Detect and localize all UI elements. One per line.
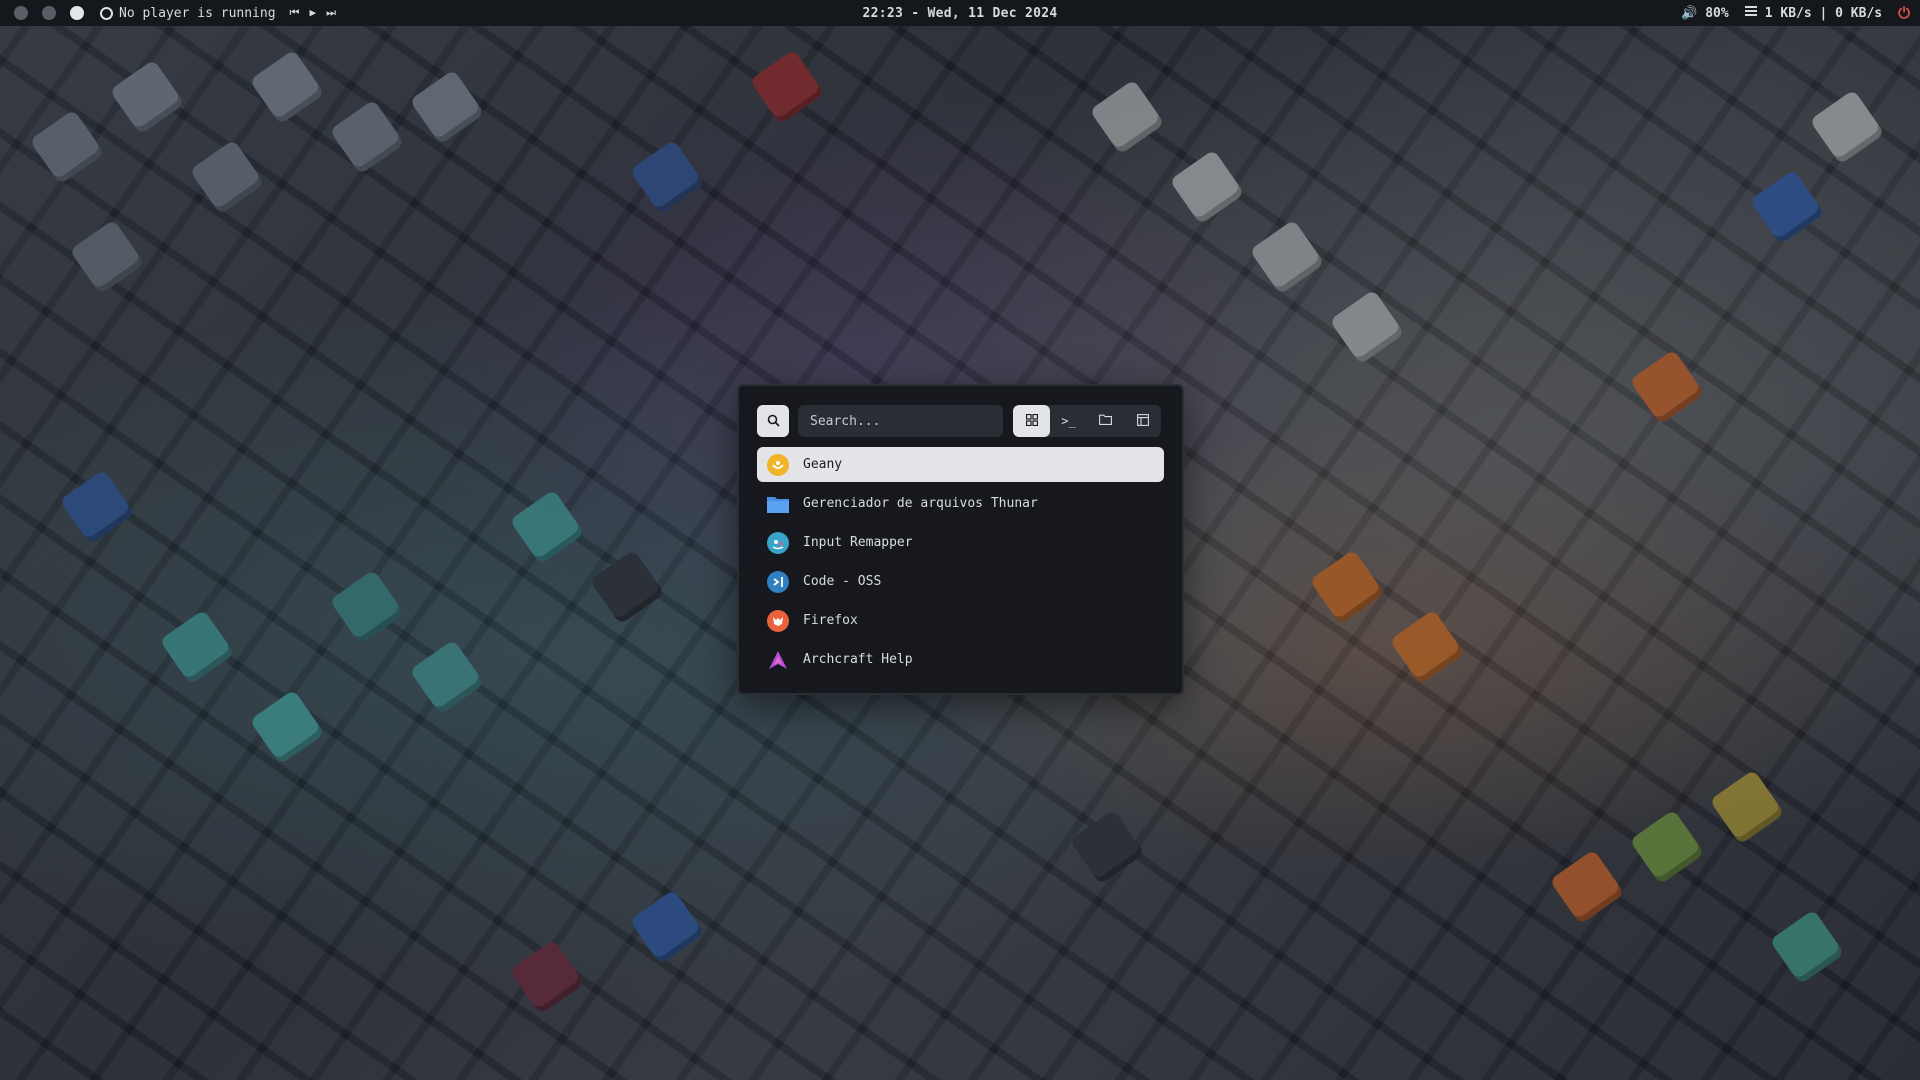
power-icon[interactable]: ⏻ xyxy=(1898,4,1910,22)
player-status: No player is running xyxy=(119,5,276,21)
workspace-dot[interactable] xyxy=(14,6,28,20)
workspace-dot-active[interactable] xyxy=(70,6,84,20)
search-row: >_ xyxy=(757,405,1161,437)
folder-icon xyxy=(767,493,789,515)
workspace-dot[interactable] xyxy=(42,6,56,20)
list-item-code-oss[interactable]: Code - OSS xyxy=(757,564,1164,599)
next-icon[interactable]: ⏭ xyxy=(326,6,336,20)
volume-level[interactable]: 80% xyxy=(1705,6,1728,21)
workspace-indicators xyxy=(14,6,84,20)
list-item-input-remapper[interactable]: Input Remapper xyxy=(757,525,1164,560)
media-player: No player is running xyxy=(100,6,276,21)
list-item-label: Geany xyxy=(803,457,843,472)
grid-icon xyxy=(1025,413,1038,429)
list-item-label: Gerenciador de arquivos Thunar xyxy=(803,496,1038,511)
list-item-geany[interactable]: Geany xyxy=(757,447,1164,482)
search-button[interactable] xyxy=(757,405,789,437)
list-item-label: Firefox xyxy=(803,613,858,628)
top-bar: No player is running ⏮ ▶ ⏭ 22:23 - Wed, … xyxy=(0,0,1920,26)
status-area: 🔊 80% 1 KB/s | 0 KB/s ⏻ xyxy=(1681,4,1910,22)
list-item-thunar[interactable]: Gerenciador de arquivos Thunar xyxy=(757,486,1164,521)
mode-run-button[interactable]: >_ xyxy=(1050,405,1087,437)
mode-windows-button[interactable] xyxy=(1124,405,1161,437)
vscode-icon xyxy=(767,570,789,593)
list-item-label: Input Remapper xyxy=(803,535,913,550)
mode-switcher: >_ xyxy=(1013,405,1161,437)
network-speed[interactable]: 1 KB/s | 0 KB/s xyxy=(1765,6,1882,21)
network-icon[interactable] xyxy=(1744,5,1757,21)
list-item-firefox[interactable]: Firefox xyxy=(757,603,1164,638)
geany-icon xyxy=(767,453,789,476)
list-item-archcraft-help[interactable]: Archcraft Help xyxy=(757,642,1164,677)
mode-apps-button[interactable] xyxy=(1013,405,1050,437)
list-item-label: Archcraft Help xyxy=(803,652,913,667)
search-icon xyxy=(767,412,780,431)
app-launcher: >_ Geany Gerenciador d xyxy=(737,384,1184,695)
archcraft-icon xyxy=(767,649,789,671)
terminal-icon: >_ xyxy=(1061,414,1076,428)
folder-icon xyxy=(1099,414,1112,428)
app-list: Geany Gerenciador de arquivos Thunar Inp… xyxy=(757,447,1164,681)
input-remapper-icon xyxy=(767,531,789,554)
list-item-label: Code - OSS xyxy=(803,574,882,589)
window-icon xyxy=(1136,413,1149,429)
music-icon xyxy=(100,6,113,20)
media-controls: ⏮ ▶ ⏭ xyxy=(290,6,336,20)
prev-icon[interactable]: ⏮ xyxy=(290,6,300,20)
play-icon[interactable]: ▶ xyxy=(309,6,316,20)
clock[interactable]: 22:23 - Wed, 11 Dec 2024 xyxy=(862,6,1057,21)
volume-icon[interactable]: 🔊 xyxy=(1681,6,1697,21)
search-input[interactable] xyxy=(798,405,1003,437)
mode-files-button[interactable] xyxy=(1087,405,1124,437)
firefox-icon xyxy=(767,609,789,632)
